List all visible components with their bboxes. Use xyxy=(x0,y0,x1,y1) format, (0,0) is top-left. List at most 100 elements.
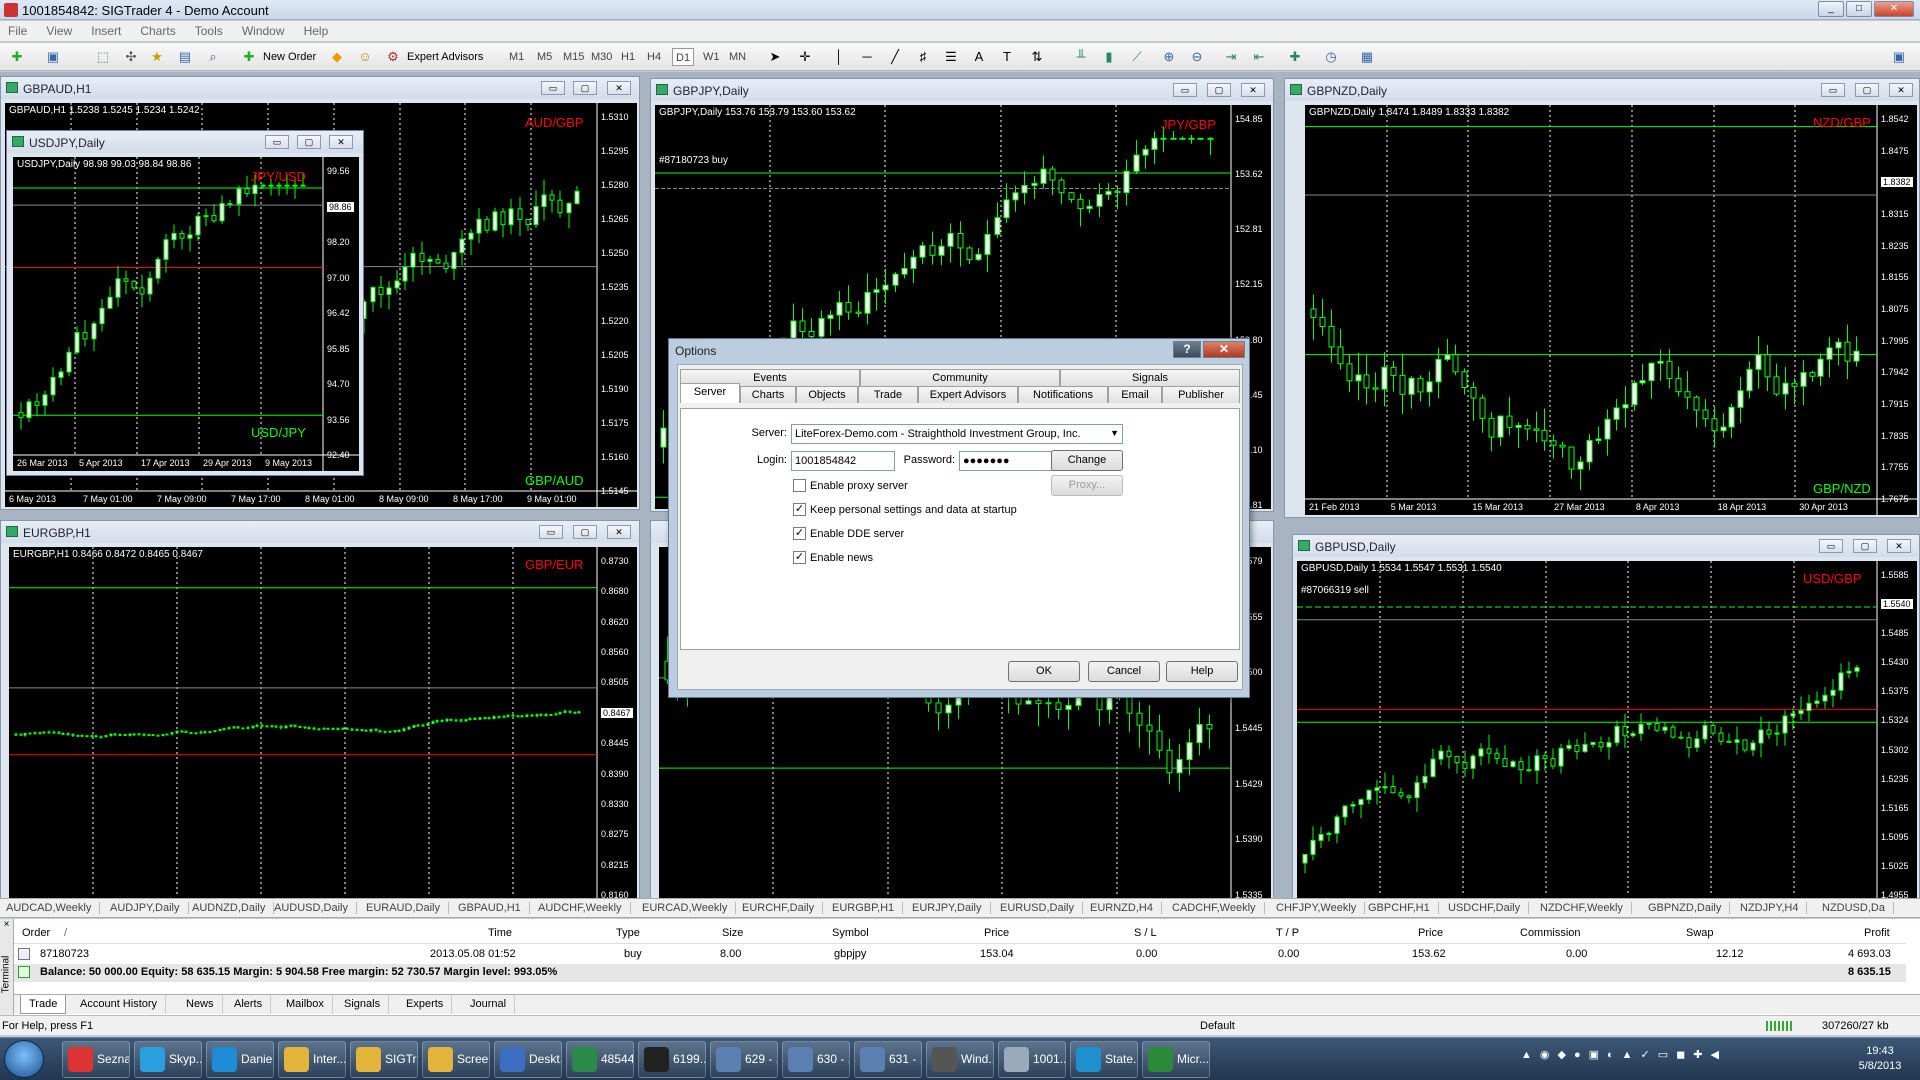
terminal-tab-alerts[interactable]: Alerts xyxy=(226,995,272,1014)
chart-maximize-button[interactable]: ▢ xyxy=(297,135,321,149)
chart-maximize-button[interactable]: ▢ xyxy=(573,525,597,539)
new-order-button[interactable]: New Order xyxy=(260,48,319,66)
chart-maximize-button[interactable]: ▢ xyxy=(1855,83,1879,97)
chart-canvas[interactable]: EURGBP,H1 0.8466 0.8472 0.8465 0.8467 GB… xyxy=(9,547,637,899)
help-button[interactable]: Help xyxy=(1166,661,1238,682)
clock-date[interactable]: 5/8/2013 xyxy=(1846,1060,1914,1072)
login-field[interactable]: 1001854842 xyxy=(791,451,895,471)
terminal-tab-account-history[interactable]: Account History xyxy=(72,995,167,1014)
period-m5[interactable]: M5 xyxy=(534,48,555,66)
chart-maximize-button[interactable]: ▢ xyxy=(573,81,597,95)
taskbar-button[interactable]: 629 - ... xyxy=(710,1041,778,1078)
taskbar-button[interactable]: 1001... xyxy=(998,1041,1066,1078)
chart-close-button[interactable]: ✕ xyxy=(607,525,631,539)
tab-publisher[interactable]: Publisher xyxy=(1162,386,1240,403)
checkbox-enable-proxy[interactable]: Enable proxy server xyxy=(793,479,908,493)
horizontal-line-icon[interactable]: ─ xyxy=(858,48,876,66)
chart-close-button[interactable]: ✕ xyxy=(1889,83,1913,97)
indicators-icon[interactable]: ✚ xyxy=(1286,48,1304,66)
menu-file[interactable]: File xyxy=(0,21,35,38)
period-m30[interactable]: M30 xyxy=(588,48,615,66)
chart-tab[interactable]: USDCHF,Daily xyxy=(1448,902,1530,914)
trendline-icon[interactable]: ╱ xyxy=(886,48,904,66)
chart-tab[interactable]: EURNZD,H4 xyxy=(1090,902,1162,914)
chart-window-eurgbp[interactable]: EURGBP,H1 ▭ ▢ ✕ EURGBP,H1 0.8466 0.8472 … xyxy=(0,520,640,900)
chart-close-button[interactable]: ✕ xyxy=(1241,83,1265,97)
menu-insert[interactable]: Insert xyxy=(83,21,129,38)
tab-charts[interactable]: Charts xyxy=(740,386,796,403)
menu-window[interactable]: Window xyxy=(234,21,293,38)
autoscroll-icon[interactable]: ⇥ xyxy=(1222,48,1240,66)
metaeditor-icon[interactable]: ◆ xyxy=(328,48,346,66)
col-sl[interactable]: S / L xyxy=(1134,927,1157,939)
col-swap[interactable]: Swap xyxy=(1686,927,1714,939)
server-select[interactable]: LiteForex-Demo.com - Straighthold Invest… xyxy=(791,424,1123,444)
col-tp[interactable]: T / P xyxy=(1276,927,1299,939)
terminal-tab-experts[interactable]: Experts xyxy=(398,995,453,1014)
checkbox-keep-settings[interactable]: ✓ Keep personal settings and data at star… xyxy=(793,503,1017,517)
chart-minimize-button[interactable]: ▭ xyxy=(1821,83,1845,97)
zoom-in-icon[interactable]: ⊕ xyxy=(1160,48,1178,66)
vertical-line-icon[interactable]: │ xyxy=(830,48,848,66)
new-order-icon[interactable]: ✚ xyxy=(240,48,258,66)
line-chart-icon[interactable]: ⟋ xyxy=(1128,48,1146,66)
templates-icon[interactable]: ▦ xyxy=(1358,48,1376,66)
minimize-button[interactable]: _ xyxy=(1818,1,1844,17)
tab-community[interactable]: Community xyxy=(860,369,1060,386)
expert-advisors-button[interactable]: Expert Advisors xyxy=(404,48,486,66)
chart-close-button[interactable]: ✕ xyxy=(607,81,631,95)
chart-shift-icon[interactable]: ⇤ xyxy=(1250,48,1268,66)
chart-minimize-button[interactable]: ▭ xyxy=(1173,83,1197,97)
col-time[interactable]: Time xyxy=(488,927,512,939)
navigator-icon[interactable]: ✣ xyxy=(122,48,140,66)
taskbar-button[interactable]: Inter... xyxy=(278,1041,346,1078)
chart-window-gbpnzd[interactable]: GBPNZD,Daily ▭ ▢ ✕ GBPNZD,Daily 1.8474 1… xyxy=(1284,78,1920,518)
taskbar-button[interactable]: Micr... xyxy=(1142,1041,1210,1078)
taskbar-button[interactable]: 6199... xyxy=(638,1041,706,1078)
chart-minimize-button[interactable]: ▭ xyxy=(265,135,289,149)
taskbar-button[interactable]: Wind... xyxy=(926,1041,994,1078)
period-m1[interactable]: M1 xyxy=(506,48,527,66)
community-icon[interactable]: ▣ xyxy=(1890,48,1908,66)
tab-objects[interactable]: Objects xyxy=(796,386,858,403)
taskbar-button[interactable]: SIGTr... xyxy=(350,1041,418,1078)
tab-notifications[interactable]: Notifications xyxy=(1018,386,1108,403)
terminal-close-icon[interactable]: × xyxy=(0,919,13,931)
chart-window-usdjpy[interactable]: USDJPY,Daily ▭ ▢ ✕ USDJPY,Daily 98.98 99… xyxy=(6,130,364,476)
tab-trade[interactable]: Trade xyxy=(858,386,918,403)
arrows-icon[interactable]: ⇅ xyxy=(1028,48,1046,66)
chart-tab[interactable]: EURUSD,Daily xyxy=(1000,902,1083,914)
period-m15[interactable]: M15 xyxy=(560,48,587,66)
period-w1[interactable]: W1 xyxy=(700,48,723,66)
chart-close-button[interactable]: ✕ xyxy=(329,135,353,149)
fibonacci-icon[interactable]: ♯ xyxy=(914,48,932,66)
close-button[interactable]: ✕ xyxy=(1874,1,1914,17)
table-row[interactable]: 87180723 2013.05.08 01:52 buy 8.00 gbpjp… xyxy=(14,946,1906,964)
tester-icon[interactable]: ⌕ xyxy=(204,48,222,66)
start-button[interactable] xyxy=(4,1040,44,1078)
text-icon[interactable]: A xyxy=(970,48,988,66)
chart-canvas[interactable]: USDJPY,Daily 98.98 99.03 98.84 98.86 JPY… xyxy=(13,157,359,471)
chart-tab[interactable]: EURCAD,Weekly xyxy=(642,902,737,914)
tab-signals[interactable]: Signals xyxy=(1060,369,1240,386)
checkbox-enable-dde[interactable]: ✓ Enable DDE server xyxy=(793,527,904,541)
terminal-tab-signals[interactable]: Signals xyxy=(336,995,390,1014)
chart-tab[interactable]: AUDCHF,Weekly xyxy=(538,902,631,914)
chart-tab[interactable]: AUDJPY,Daily xyxy=(110,902,189,914)
change-button[interactable]: Change xyxy=(1051,450,1123,471)
checkbox-enable-news[interactable]: ✓ Enable news xyxy=(793,551,873,565)
period-d1[interactable]: D1 xyxy=(672,48,695,66)
taskbar-button[interactable]: 631 - ... xyxy=(854,1041,922,1078)
chart-tab[interactable]: CADCHF,Weekly xyxy=(1172,902,1265,914)
chart-tab[interactable]: GBPAUD,H1 xyxy=(458,902,530,914)
new-chart-icon[interactable]: ✚ xyxy=(8,48,26,66)
chart-maximize-button[interactable]: ▢ xyxy=(1207,83,1231,97)
chart-minimize-button[interactable]: ▭ xyxy=(539,525,563,539)
chart-minimize-button[interactable]: ▭ xyxy=(541,81,565,95)
col-type[interactable]: Type xyxy=(616,927,640,939)
chart-window-gbpusd[interactable]: GBPUSD,Daily ▭ ▢ ✕ GBPUSD,Daily 1.5534 1… xyxy=(1292,534,1920,900)
chart-maximize-button[interactable]: ▢ xyxy=(1853,539,1877,553)
favorites-icon[interactable]: ★ xyxy=(148,48,166,66)
menu-view[interactable]: View xyxy=(38,21,80,38)
tab-email[interactable]: Email xyxy=(1108,386,1162,403)
